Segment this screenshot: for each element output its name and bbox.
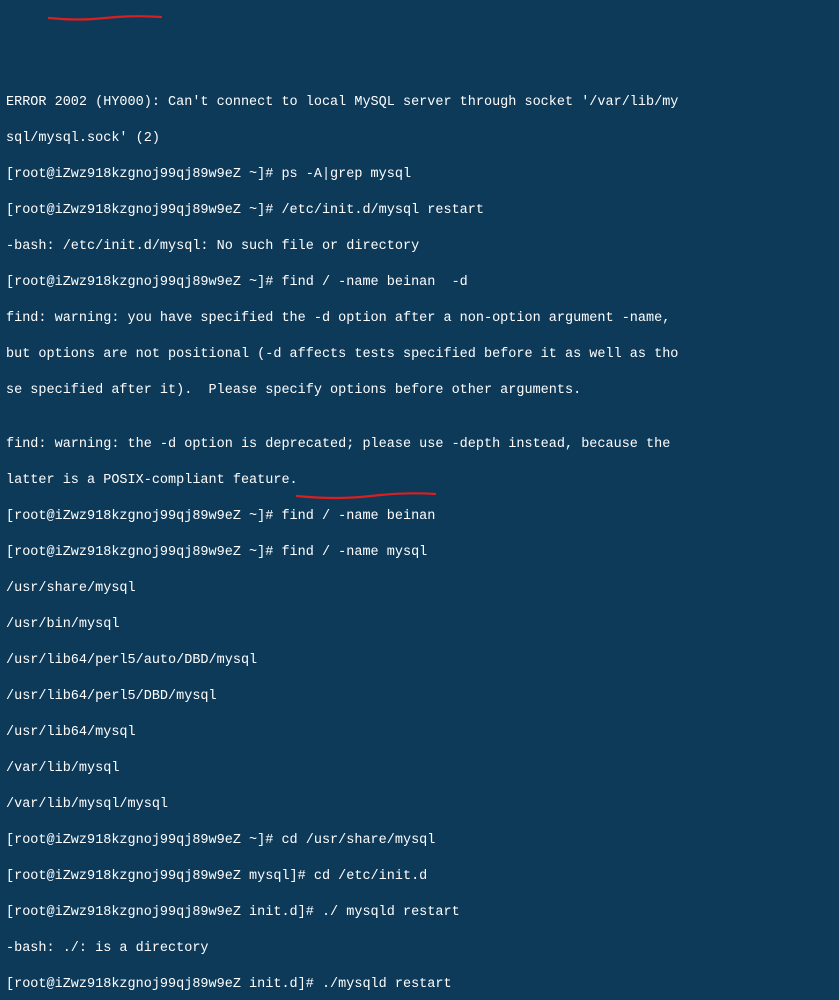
prompt-line[interactable]: [root@iZwz918kzgnoj99qj89w9eZ mysql]# cd… (6, 868, 833, 886)
prompt-line[interactable]: [root@iZwz918kzgnoj99qj89w9eZ ~]# find /… (6, 544, 833, 562)
prompt-line[interactable]: [root@iZwz918kzgnoj99qj89w9eZ ~]# cd /us… (6, 832, 833, 850)
output-line: latter is a POSIX-compliant feature. (6, 472, 833, 490)
output-line: sql/mysql.sock' (2) (6, 130, 833, 148)
prompt-line[interactable]: [root@iZwz918kzgnoj99qj89w9eZ ~]# find /… (6, 508, 833, 526)
output-line: se specified after it). Please specify o… (6, 382, 833, 400)
output-line: /usr/lib64/perl5/auto/DBD/mysql (6, 652, 833, 670)
prompt-line[interactable]: [root@iZwz918kzgnoj99qj89w9eZ ~]# /etc/i… (6, 202, 833, 220)
annotation-underline-icon (48, 15, 162, 23)
prompt-line[interactable]: [root@iZwz918kzgnoj99qj89w9eZ init.d]# .… (6, 976, 833, 994)
output-line: /var/lib/mysql/mysql (6, 796, 833, 814)
output-line: /usr/share/mysql (6, 580, 833, 598)
output-line: -bash: /etc/init.d/mysql: No such file o… (6, 238, 833, 256)
output-line: /usr/bin/mysql (6, 616, 833, 634)
prompt-line[interactable]: [root@iZwz918kzgnoj99qj89w9eZ init.d]# .… (6, 904, 833, 922)
terminal-output: ERROR 2002 (HY000): Can't connect to loc… (6, 76, 833, 1000)
prompt-line[interactable]: [root@iZwz918kzgnoj99qj89w9eZ ~]# find /… (6, 274, 833, 292)
output-line: /usr/lib64/mysql (6, 724, 833, 742)
output-line: /var/lib/mysql (6, 760, 833, 778)
output-line: ERROR 2002 (HY000): Can't connect to loc… (6, 94, 833, 112)
output-line: find: warning: you have specified the -d… (6, 310, 833, 328)
output-line: find: warning: the -d option is deprecat… (6, 436, 833, 454)
prompt-line[interactable]: [root@iZwz918kzgnoj99qj89w9eZ ~]# ps -A|… (6, 166, 833, 184)
output-line: -bash: ./: is a directory (6, 940, 833, 958)
output-line: but options are not positional (-d affec… (6, 346, 833, 364)
output-line: /usr/lib64/perl5/DBD/mysql (6, 688, 833, 706)
